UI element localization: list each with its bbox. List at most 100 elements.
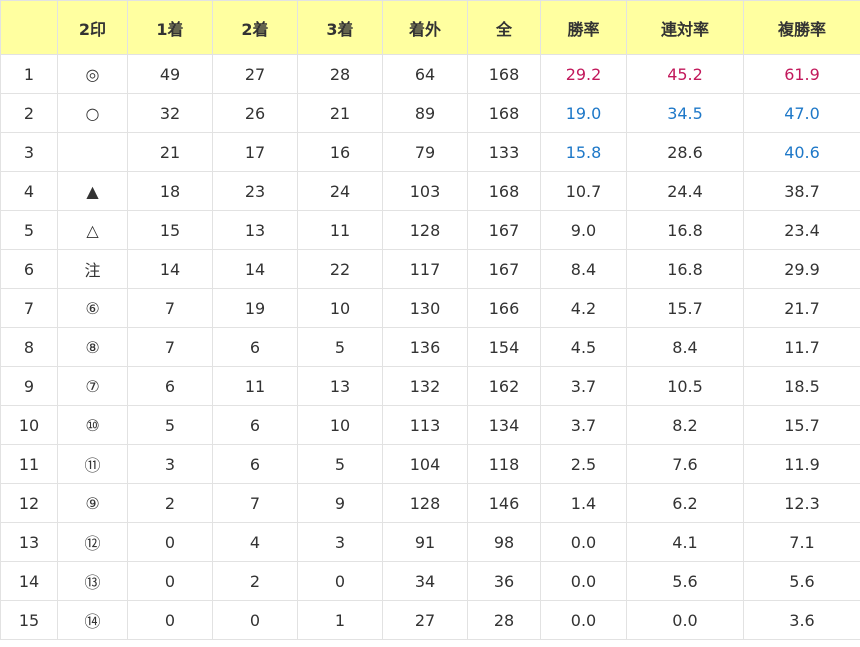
out-cell: 130 <box>382 288 468 328</box>
win-rate-cell: 15.8 <box>540 132 627 172</box>
rank-cell: 1 <box>0 54 58 94</box>
table-row: 11 ⑪ 3 6 5 104 118 2.5 7.6 11.9 <box>0 444 860 484</box>
third-cell: 9 <box>297 483 383 523</box>
second-cell: 17 <box>212 132 298 172</box>
table-row: 6 注 14 14 22 117 167 8.4 16.8 29.9 <box>0 249 860 289</box>
out-cell: 104 <box>382 444 468 484</box>
mark-cell: ⑨ <box>57 483 128 523</box>
first-cell: 49 <box>127 54 213 94</box>
first-cell: 6 <box>127 366 213 406</box>
first-cell: 3 <box>127 444 213 484</box>
out-cell: 117 <box>382 249 468 289</box>
second-cell: 6 <box>212 327 298 367</box>
rank-cell: 15 <box>0 600 58 640</box>
second-cell: 11 <box>212 366 298 406</box>
table-row: 9 ⑦ 6 11 13 132 162 3.7 10.5 18.5 <box>0 366 860 406</box>
quinella-rate-cell: 15.7 <box>626 288 744 328</box>
table-row: 1 ◎ 49 27 28 64 168 29.2 45.2 61.9 <box>0 54 860 94</box>
mark-cell: ⑦ <box>57 366 128 406</box>
third-cell: 21 <box>297 93 383 133</box>
mark-header: 2印 <box>57 0 128 55</box>
second-cell: 27 <box>212 54 298 94</box>
win-rate-cell: 9.0 <box>540 210 627 250</box>
total-cell: 167 <box>467 210 541 250</box>
table-row: 4 ▲ 18 23 24 103 168 10.7 24.4 38.7 <box>0 171 860 211</box>
win-rate-cell: 3.7 <box>540 366 627 406</box>
quinella-rate-cell: 45.2 <box>626 54 744 94</box>
show-rate-cell: 47.0 <box>743 93 860 133</box>
first-cell: 7 <box>127 327 213 367</box>
second-cell: 6 <box>212 405 298 445</box>
show-rate-cell: 21.7 <box>743 288 860 328</box>
second-header: 2着 <box>212 0 298 55</box>
out-cell: 27 <box>382 600 468 640</box>
third-cell: 0 <box>297 561 383 601</box>
show-rate-cell: 5.6 <box>743 561 860 601</box>
rank-cell: 5 <box>0 210 58 250</box>
rank-cell: 12 <box>0 483 58 523</box>
quinella-rate-cell: 7.6 <box>626 444 744 484</box>
third-cell: 11 <box>297 210 383 250</box>
quinella-rate-cell: 10.5 <box>626 366 744 406</box>
quinella-rate-cell: 24.4 <box>626 171 744 211</box>
win-rate-cell: 4.2 <box>540 288 627 328</box>
out-cell: 34 <box>382 561 468 601</box>
rank-cell: 4 <box>0 171 58 211</box>
rank-cell: 11 <box>0 444 58 484</box>
show-rate-header: 複勝率 <box>743 0 860 55</box>
quinella-rate-cell: 8.2 <box>626 405 744 445</box>
mark-cell: ⑪ <box>57 444 128 484</box>
rank-cell: 7 <box>0 288 58 328</box>
total-cell: 168 <box>467 171 541 211</box>
win-rate-cell: 10.7 <box>540 171 627 211</box>
win-rate-cell: 0.0 <box>540 561 627 601</box>
second-cell: 26 <box>212 93 298 133</box>
total-cell: 36 <box>467 561 541 601</box>
show-rate-cell: 23.4 <box>743 210 860 250</box>
first-cell: 14 <box>127 249 213 289</box>
table-row: 12 ⑨ 2 7 9 128 146 1.4 6.2 12.3 <box>0 483 860 523</box>
table-row: 8 ⑧ 7 6 5 136 154 4.5 8.4 11.7 <box>0 327 860 367</box>
third-header: 3着 <box>297 0 383 55</box>
third-cell: 10 <box>297 405 383 445</box>
win-rate-cell: 0.0 <box>540 522 627 562</box>
third-cell: 10 <box>297 288 383 328</box>
out-cell: 132 <box>382 366 468 406</box>
second-cell: 13 <box>212 210 298 250</box>
win-rate-cell: 29.2 <box>540 54 627 94</box>
total-cell: 168 <box>467 93 541 133</box>
out-cell: 64 <box>382 54 468 94</box>
quinella-rate-cell: 16.8 <box>626 249 744 289</box>
rank-cell: 13 <box>0 522 58 562</box>
show-rate-cell: 11.7 <box>743 327 860 367</box>
show-rate-cell: 11.9 <box>743 444 860 484</box>
rank-cell: 2 <box>0 93 58 133</box>
third-cell: 5 <box>297 444 383 484</box>
out-header: 着外 <box>382 0 468 55</box>
mark-cell: ⑬ <box>57 561 128 601</box>
show-rate-cell: 38.7 <box>743 171 860 211</box>
mark-cell: ○ <box>57 93 128 133</box>
show-rate-cell: 7.1 <box>743 522 860 562</box>
out-cell: 91 <box>382 522 468 562</box>
table-row: 5 △ 15 13 11 128 167 9.0 16.8 23.4 <box>0 210 860 250</box>
total-cell: 118 <box>467 444 541 484</box>
third-cell: 5 <box>297 327 383 367</box>
mark-cell: 注 <box>57 249 128 289</box>
total-cell: 146 <box>467 483 541 523</box>
mark-cell: ◎ <box>57 54 128 94</box>
rank-cell: 6 <box>0 249 58 289</box>
first-header: 1着 <box>127 0 213 55</box>
first-cell: 0 <box>127 522 213 562</box>
table-row: 15 ⑭ 0 0 1 27 28 0.0 0.0 3.6 <box>0 600 860 640</box>
rank-header <box>0 0 58 55</box>
total-cell: 162 <box>467 366 541 406</box>
third-cell: 16 <box>297 132 383 172</box>
first-cell: 21 <box>127 132 213 172</box>
mark-cell: ⑥ <box>57 288 128 328</box>
first-cell: 5 <box>127 405 213 445</box>
second-cell: 19 <box>212 288 298 328</box>
first-cell: 0 <box>127 600 213 640</box>
mark-cell <box>57 132 128 172</box>
win-rate-cell: 2.5 <box>540 444 627 484</box>
